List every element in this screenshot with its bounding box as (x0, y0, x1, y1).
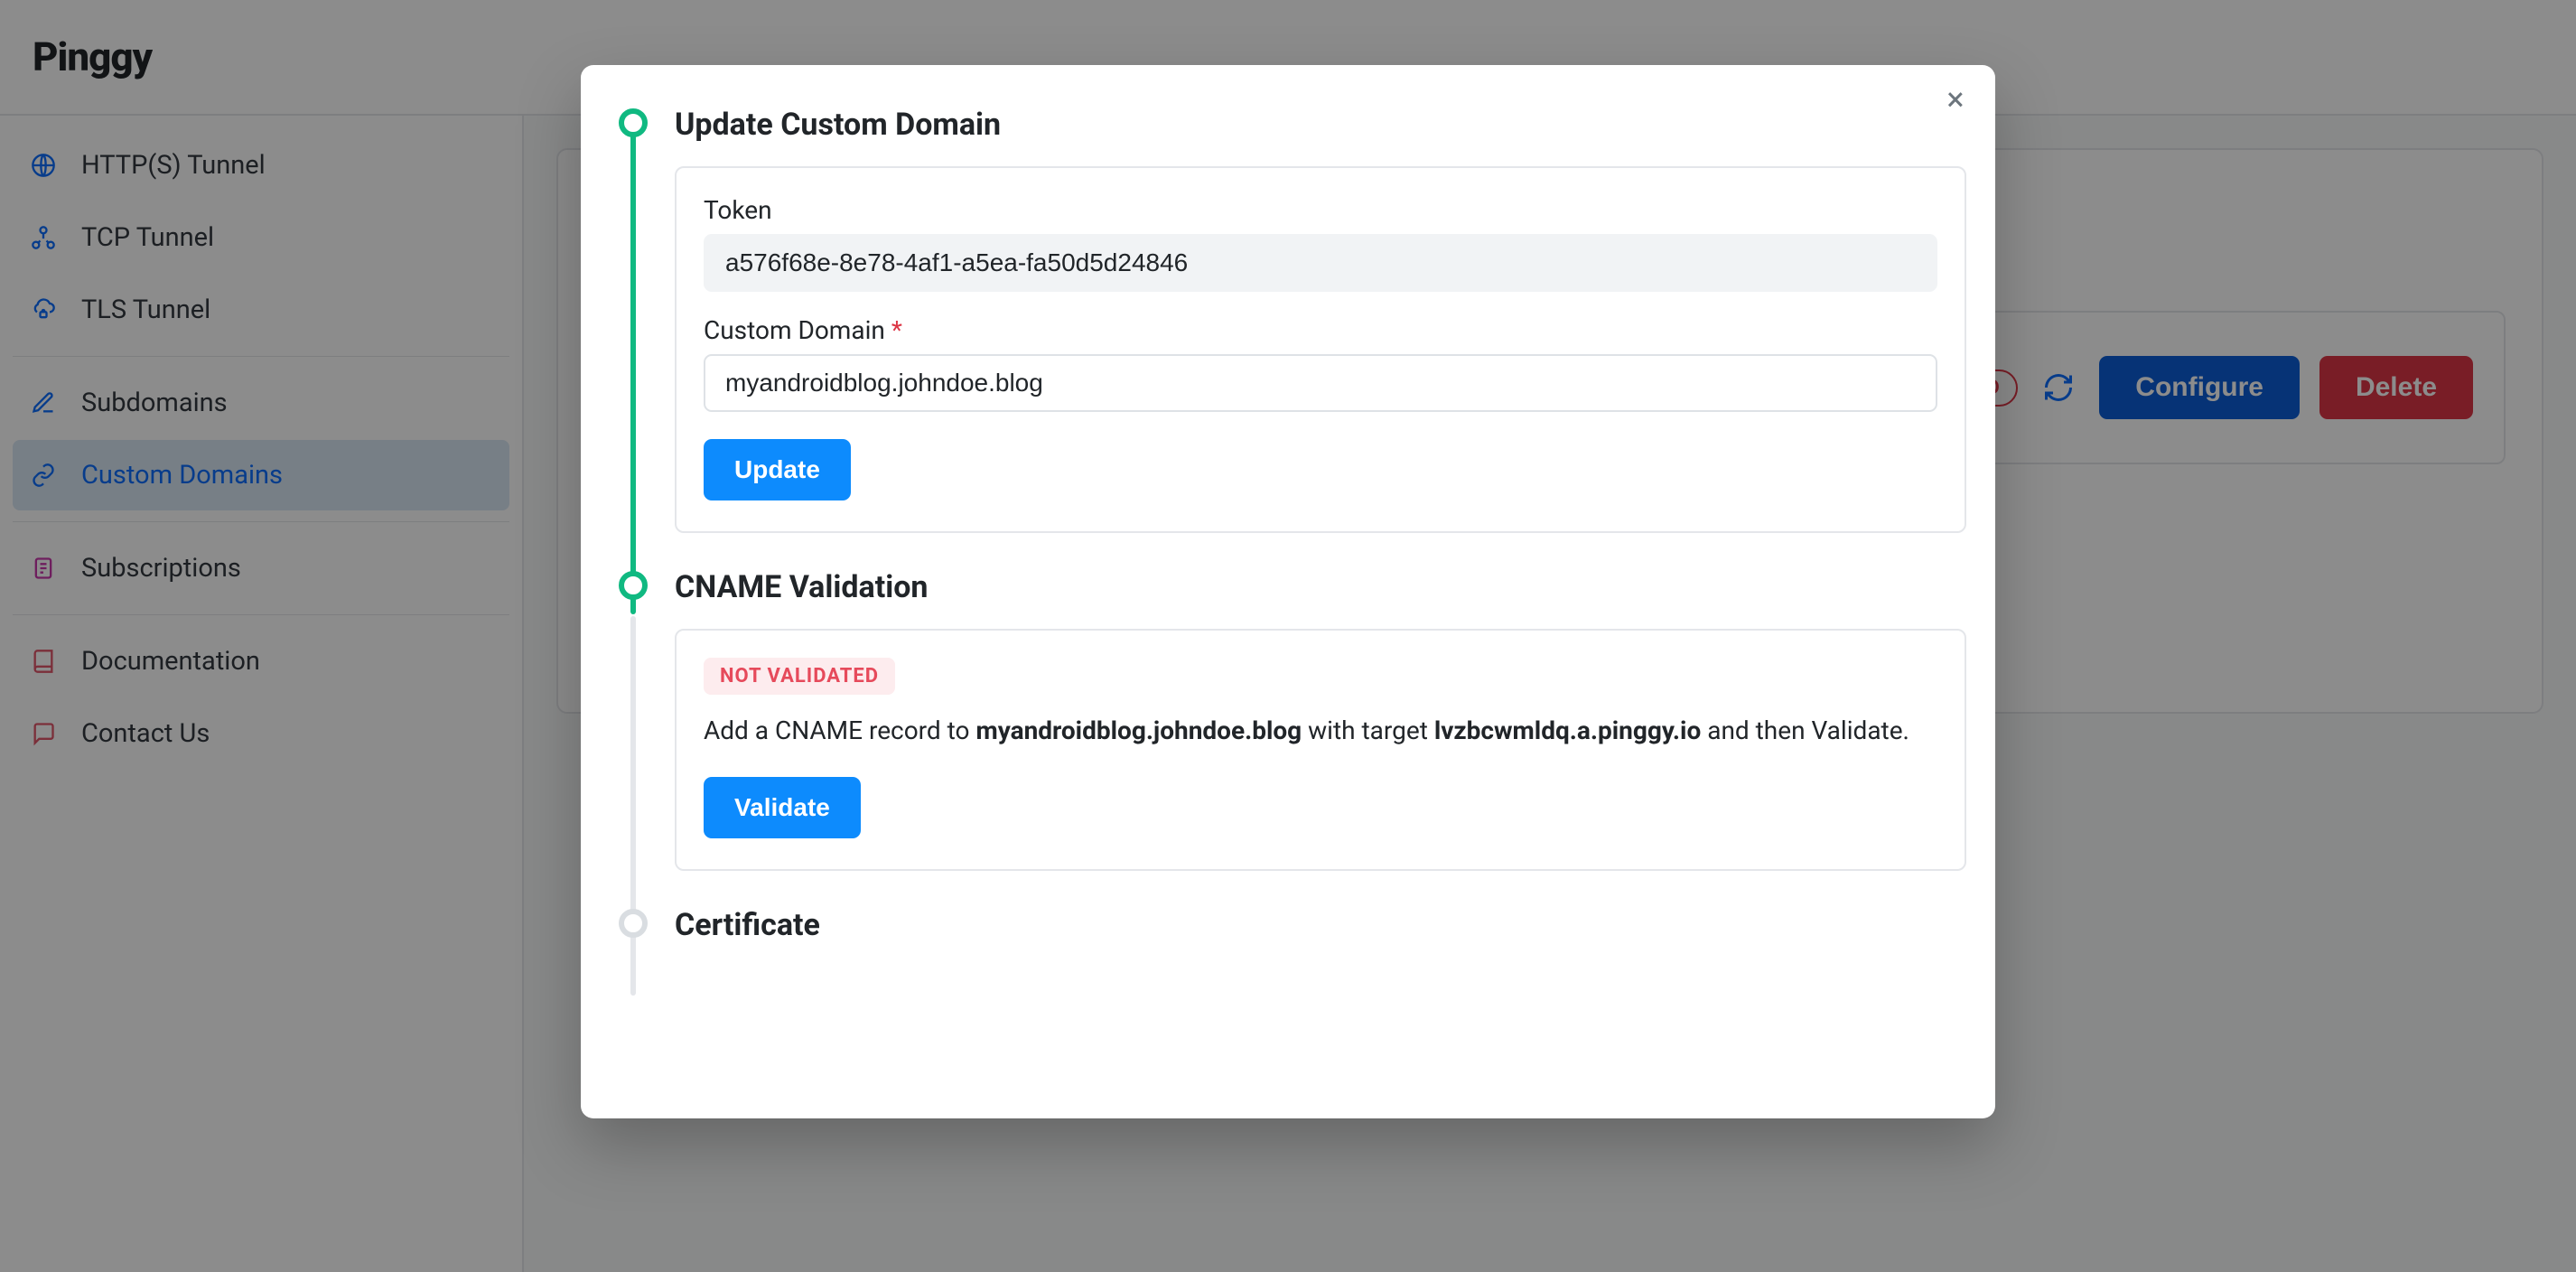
custom-domain-input[interactable] (704, 354, 1937, 412)
step-certificate: Certificate (675, 907, 1966, 943)
step-dot-icon (619, 108, 648, 137)
step-title: Certificate (675, 907, 1966, 943)
token-field (704, 234, 1937, 292)
step-update-domain: Update Custom Domain Token Custom Domain… (675, 107, 1966, 533)
step-dot-icon (619, 909, 648, 938)
custom-domain-modal: × Update Custom Domain Token Custom Doma… (581, 65, 1995, 1118)
timeline-segment-done (630, 126, 636, 614)
validation-status-chip: NOT VALIDATED (704, 658, 895, 695)
domain-label: Custom Domain * (704, 315, 1937, 345)
update-button[interactable]: Update (704, 439, 851, 500)
step-panel: Token Custom Domain * Update (675, 166, 1966, 533)
step-cname-validation: CNAME Validation NOT VALIDATED Add a CNA… (675, 569, 1966, 871)
step-title: CNAME Validation (675, 569, 1966, 605)
modal-overlay[interactable]: × Update Custom Domain Token Custom Doma… (0, 0, 2576, 1272)
timeline-segment-pending (630, 616, 636, 996)
step-title: Update Custom Domain (675, 107, 1966, 143)
step-panel: NOT VALIDATED Add a CNAME record to myan… (675, 629, 1966, 871)
domain-label-text: Custom Domain (704, 315, 885, 345)
token-label: Token (704, 195, 1937, 225)
validate-button[interactable]: Validate (704, 777, 861, 838)
cname-instruction: Add a CNAME record to myandroidblog.john… (704, 711, 1937, 750)
required-asterisk: * (891, 315, 902, 345)
step-dot-icon (619, 571, 648, 600)
